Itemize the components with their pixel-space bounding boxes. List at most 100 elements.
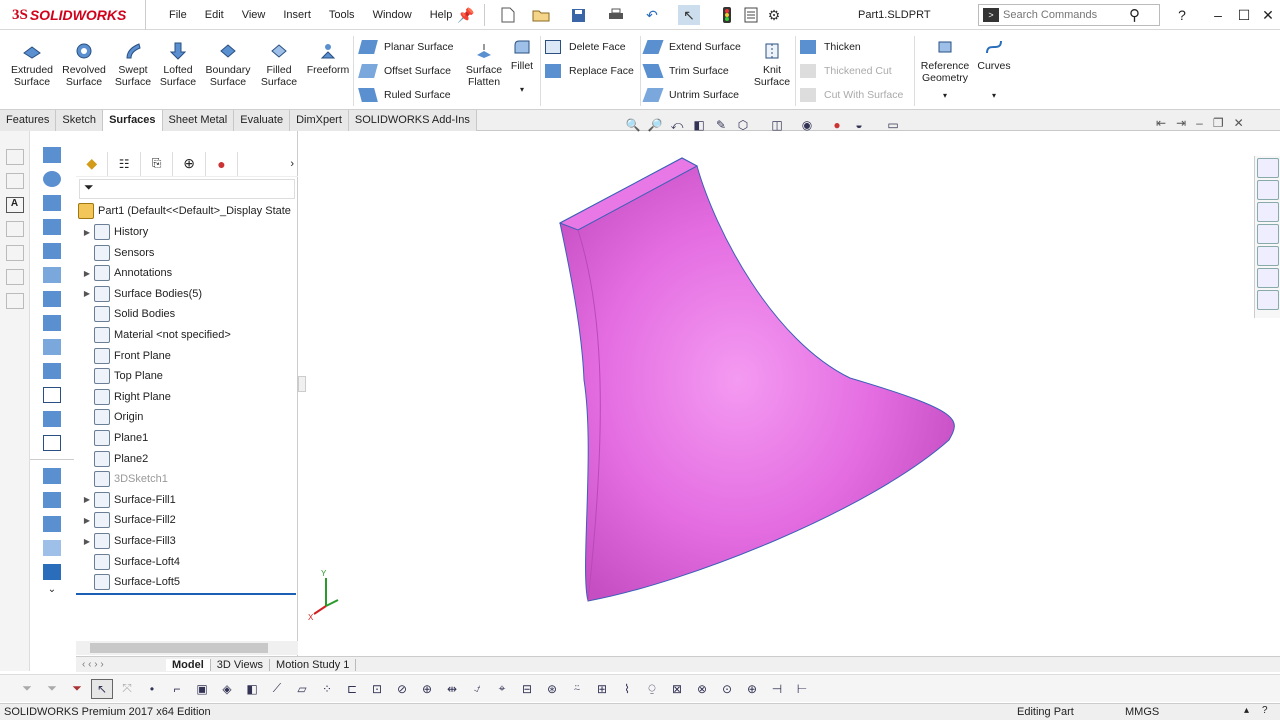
filter-weld-beads-icon[interactable]: ⊢ — [791, 679, 813, 699]
extend-surface-icon[interactable] — [43, 411, 61, 427]
options-gear-icon[interactable]: ⚙ — [763, 5, 785, 25]
property-manager-tab[interactable]: ☷ — [108, 151, 141, 176]
thickened-cut-button[interactable]: Thickened Cut — [800, 61, 892, 81]
trim-surface-button[interactable]: Trim Surface — [642, 61, 729, 81]
tab-features[interactable]: Features — [0, 110, 57, 131]
zoom-to-area-icon[interactable]: 🔎 — [644, 116, 666, 134]
select-cursor-icon[interactable]: ↖ — [91, 678, 113, 699]
minimize-button[interactable]: – — [1206, 4, 1230, 26]
menu-window[interactable]: Window — [364, 9, 421, 21]
revolved-surface-button[interactable]: Revolved Surface — [58, 42, 110, 88]
tab-dimxpert[interactable]: DimXpert — [290, 110, 349, 131]
expand-arrow-icon[interactable]: ▶ — [80, 289, 94, 298]
tab-surfaces[interactable]: Surfaces — [103, 110, 163, 131]
pin-icon[interactable]: 📌 — [455, 5, 477, 25]
delete-face-button[interactable]: Delete Face — [545, 37, 626, 57]
display-manager-tab[interactable]: ● — [206, 151, 239, 176]
previous-view-icon[interactable]: ⤺ — [666, 116, 688, 134]
select-icon[interactable]: ↖ — [678, 5, 700, 25]
help-status-icon[interactable]: ? — [1262, 705, 1268, 716]
expand-arrow-icon[interactable]: ▶ — [80, 516, 94, 525]
lofted-surface-button[interactable]: Lofted Surface — [152, 42, 204, 88]
filter-notes-icon[interactable]: ⊟ — [516, 679, 538, 699]
extend-surface-button[interactable]: Extend Surface — [642, 37, 741, 57]
collapse-left-icon[interactable]: ⇤ — [1156, 116, 1166, 130]
filter-cosmetic-threads-icon[interactable]: ⌇ — [616, 679, 638, 699]
panel-splitter[interactable] — [298, 376, 306, 392]
close-button[interactable]: ✕ — [1256, 4, 1280, 26]
display-style-icon[interactable]: ◫ — [766, 116, 788, 134]
apply-scene-icon[interactable]: ◒ — [848, 116, 870, 134]
freeform-button[interactable]: Freeform — [302, 42, 354, 76]
tree-item-history[interactable]: ▶ History — [76, 222, 298, 242]
tree-item-front-plane[interactable]: Front Plane — [76, 346, 298, 366]
feature-manager-tab[interactable]: ◆ — [76, 151, 109, 176]
tree-item-sensors[interactable]: Sensors — [76, 243, 298, 263]
filter-balloons-icon[interactable]: ⊛ — [541, 679, 563, 699]
thicken-button[interactable]: Thicken — [800, 37, 861, 57]
filter-connection-points-icon[interactable]: ⊙ — [716, 679, 738, 699]
knit-surface-icon[interactable] — [43, 435, 61, 451]
extruded-surface-icon[interactable] — [43, 147, 61, 163]
tree-item-surface-bodies-5[interactable]: ▶ Surface Bodies(5) — [76, 284, 298, 304]
viewport-close-icon[interactable]: ✕ — [1234, 116, 1244, 130]
freeform-icon[interactable] — [43, 315, 61, 331]
curves-dropdown-icon[interactable]: ▾ — [970, 90, 1018, 102]
expand-arrow-icon[interactable]: ▶ — [80, 269, 94, 278]
menu-file[interactable]: File — [160, 9, 196, 21]
swept-surface-icon[interactable] — [43, 195, 61, 211]
annotation-icon[interactable]: A — [5, 197, 24, 213]
lofted-surface-icon[interactable] — [43, 219, 61, 235]
trim-surface-icon[interactable] — [43, 468, 61, 484]
view-palette-icon[interactable] — [1256, 224, 1279, 244]
tree-item-annotations[interactable]: ▶ Annotations — [76, 263, 298, 283]
dimxpert-manager-tab[interactable]: ⊕ — [173, 151, 206, 176]
filter-icon[interactable]: ⏷ — [16, 679, 38, 699]
smart-dimension-icon[interactable] — [5, 149, 24, 165]
toggle-filter-icon[interactable]: ⏷ — [41, 679, 63, 699]
tabs-scroll-right-icon[interactable]: › — [238, 152, 298, 176]
clear-filters-icon[interactable]: ⏷ — [66, 679, 88, 699]
delete-face-icon[interactable] — [43, 387, 61, 403]
view-orientation-icon[interactable]: ⬡ — [732, 116, 754, 134]
file-explorer-icon[interactable] — [1256, 202, 1279, 222]
filter-center-marks-icon[interactable]: ⊘ — [391, 679, 413, 699]
tree-item-surface-fill2[interactable]: ▶ Surface-Fill2 — [76, 510, 298, 530]
tree-root[interactable]: Part1 (Default<<Default>_Display State — [78, 201, 300, 221]
fillet-button[interactable]: Fillet ▾ — [500, 38, 544, 96]
filter-routing-points-icon[interactable]: ⊗ — [691, 679, 713, 699]
unit-dropdown-icon[interactable]: ▴ — [1244, 705, 1249, 716]
tab-sheet-metal[interactable]: Sheet Metal — [162, 110, 235, 131]
filter-faces-icon[interactable]: ▣ — [191, 679, 213, 699]
filter-box[interactable]: ⏷ — [79, 179, 295, 199]
solidworks-logo[interactable]: 3S SOLIDWORKS — [0, 0, 146, 30]
zoom-to-fit-icon[interactable]: 🔍 — [622, 116, 644, 134]
tab-navigation-arrows[interactable]: ‹ ‹ › › — [76, 659, 166, 670]
filter-weld-symbols-icon[interactable]: ⍨ — [566, 679, 588, 699]
design-library-icon[interactable] — [1256, 180, 1279, 200]
custom-properties-icon[interactable] — [1256, 268, 1279, 288]
tree-item-surface-loft5[interactable]: Surface-Loft5 — [76, 572, 298, 592]
edit-appearance-icon[interactable]: ● — [826, 116, 848, 134]
tab-motion-study-1[interactable]: Motion Study 1 — [270, 658, 357, 671]
tree-item-surface-fill3[interactable]: ▶ Surface-Fill3 — [76, 531, 298, 551]
view-settings-icon[interactable]: ▭ — [882, 116, 904, 134]
search-icon[interactable]: ⚲ — [1129, 6, 1140, 24]
filter-sketch-segments-icon[interactable]: ⊏ — [341, 679, 363, 699]
tab-model[interactable]: Model — [166, 658, 211, 671]
filter-blocks-icon[interactable]: ⍜ — [641, 679, 663, 699]
filter-surface-bodies-icon[interactable]: ◈ — [216, 679, 238, 699]
curves-button[interactable]: Curves ▾ — [970, 38, 1018, 102]
filter-centerline-icon[interactable]: ⊕ — [416, 679, 438, 699]
tree-item-material-not-specified[interactable]: Material <not specified> — [76, 325, 298, 345]
cut-with-surface-button[interactable]: Cut With Surface — [800, 85, 903, 105]
layer-icon[interactable] — [5, 269, 24, 285]
tree-item-origin[interactable]: Origin — [76, 407, 298, 427]
boundary-surface-button[interactable]: Boundary Surface — [202, 42, 254, 88]
planar-surface-button[interactable]: Planar Surface — [358, 37, 453, 57]
revolved-surface-icon[interactable] — [43, 171, 61, 187]
tab-3d-views[interactable]: 3D Views — [211, 658, 271, 671]
tree-item-plane2[interactable]: Plane2 — [76, 449, 298, 469]
rollback-bar[interactable] — [76, 593, 296, 595]
tree-item-surface-fill1[interactable]: ▶ Surface-Fill1 — [76, 490, 298, 510]
